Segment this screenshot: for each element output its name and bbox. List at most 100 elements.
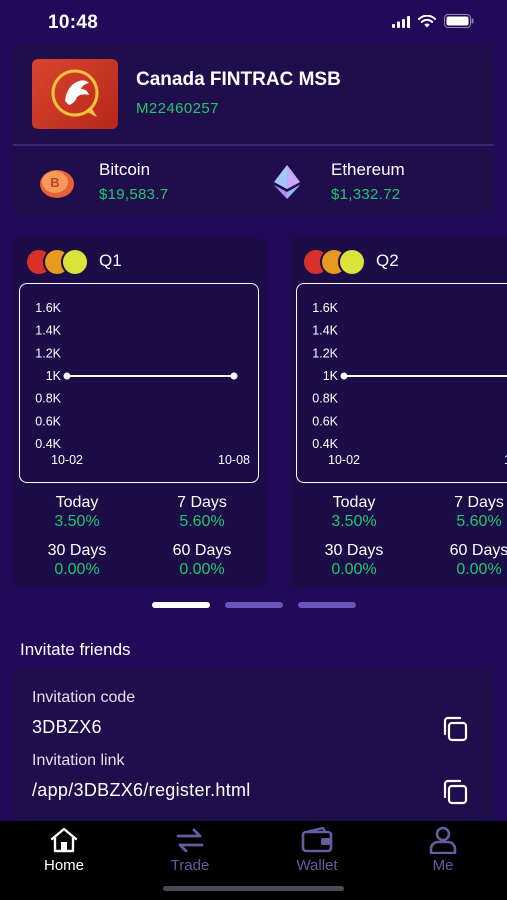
stat-value: 0.00% <box>456 561 502 578</box>
invitation-code-label: Invitation code <box>32 689 136 706</box>
exchange-badges <box>25 247 91 276</box>
y-tick-label: 0.8K <box>35 392 61 406</box>
company-name: Canada FINTRAC MSB <box>136 69 341 90</box>
chart-q2: 1.6K1.4K1.2K1K0.8K0.6K0.4K10-0210 <box>296 283 507 483</box>
y-tick-label: 0.6K <box>312 414 338 428</box>
invitation-link-value: /app/3DBZX6/register.html <box>32 780 251 800</box>
chart-svg: 1.6K1.4K1.2K1K0.8K0.6K0.4K10-0210 <box>312 301 507 467</box>
stat-label: Today <box>332 494 376 511</box>
carousel-pager <box>0 602 507 610</box>
tab-label: Wallet <box>296 857 338 874</box>
stat-value: 3.50% <box>331 513 377 530</box>
y-tick-label: 0.4K <box>312 437 338 451</box>
tab-label: Me <box>432 857 454 874</box>
wifi-icon <box>418 14 436 33</box>
exchange-badges <box>302 247 368 276</box>
ethereum-icon <box>274 165 300 204</box>
svg-text:B: B <box>50 175 59 190</box>
y-tick-label: 1K <box>46 369 62 383</box>
tab-trade[interactable]: Trade <box>140 825 240 874</box>
y-tick-label: 1.4K <box>35 324 61 338</box>
x-tick-label: 10-02 <box>328 453 360 467</box>
x-tick-label: 10-02 <box>51 453 83 467</box>
product-card-q2[interactable]: Q2 1.6K1.4K1.2K1K0.8K0.6K0.4K10-0210 Tod… <box>290 238 507 588</box>
stat-value: 0.00% <box>331 561 377 578</box>
copy-icon <box>443 716 468 742</box>
chart-q1: 1.6K 1.4K 1.2K 1K 0.8K 0.6K 0.4K 10-02 10-08 <box>19 283 259 483</box>
badge-icon <box>61 248 89 276</box>
stat-today: Today 3.50% <box>22 494 132 531</box>
company-logo <box>32 59 118 129</box>
chart-svg: 1.6K 1.4K 1.2K 1K 0.8K 0.6K 0.4K 10-02 10-08 <box>35 301 250 467</box>
coin-name: Ethereum <box>331 160 405 179</box>
y-tick-label: 1.2K <box>35 346 61 360</box>
y-tick-label: 1K <box>323 369 339 383</box>
bottom-tab-bar: Home Trade Wallet Me <box>0 821 507 900</box>
badge-icon <box>338 248 366 276</box>
tab-home[interactable]: Home <box>14 825 114 874</box>
divider <box>13 144 494 146</box>
tab-wallet[interactable]: Wallet <box>267 825 367 874</box>
card-title: Q2 <box>376 251 399 270</box>
y-tick-label: 1.6K <box>312 301 338 315</box>
product-card-q1[interactable]: Q1 1.6K 1.4K 1.2K 1K 0.8K 0.6K 0.4K 10-02 10-08 … <box>13 238 266 588</box>
tab-label: Trade <box>170 857 210 874</box>
y-tick-label: 0.8K <box>312 392 338 406</box>
stat-30-days: 30 Days 0.00% <box>22 542 132 579</box>
y-tick-label: 0.4K <box>35 437 61 451</box>
coin-bitcoin[interactable]: Bitcoin $19,583.7 <box>99 160 168 203</box>
stat-value: 5.60% <box>456 513 502 530</box>
pager-dot[interactable] <box>225 602 283 608</box>
stat-60-days: 60 Days 0.00% <box>424 542 507 579</box>
stat-60-days: 60 Days 0.00% <box>147 542 257 579</box>
wallet-icon <box>267 825 367 855</box>
coin-price: $19,583.7 <box>99 186 169 203</box>
signal-icon <box>392 15 410 33</box>
status-icons <box>392 14 474 33</box>
status-time: 10:48 <box>48 12 99 33</box>
y-tick-label: 1.4K <box>312 324 338 338</box>
stat-label: 60 Days <box>172 542 232 559</box>
y-tick-label: 1.6K <box>35 301 61 315</box>
status-bar: 10:48 <box>0 0 507 46</box>
home-icon <box>14 825 114 855</box>
stat-7-days: 7 Days 5.60% <box>147 494 257 531</box>
stat-label: 7 Days <box>177 494 227 511</box>
stat-label: 30 Days <box>324 542 384 559</box>
company-id: M22460257 <box>136 100 219 117</box>
invite-card: Invitation code 3DBZX6 Invitation link /… <box>13 669 494 829</box>
stat-value: 0.00% <box>179 561 225 578</box>
stat-value: 5.60% <box>179 513 225 530</box>
swap-arrows-icon <box>140 825 240 855</box>
stat-7-days: 7 Days 5.60% <box>424 494 507 531</box>
copy-icon <box>443 779 468 805</box>
coin-ethereum[interactable]: Ethereum $1,332.72 <box>331 160 405 203</box>
stat-value: 0.00% <box>54 561 100 578</box>
company-card: Canada FINTRAC MSB M22460257 B Bitcoin $… <box>13 45 494 217</box>
person-icon <box>393 825 493 855</box>
tab-me[interactable]: Me <box>393 825 493 874</box>
data-point <box>230 372 238 380</box>
product-carousel[interactable]: Q1 1.6K 1.4K 1.2K 1K 0.8K 0.6K 0.4K 10-02 10-08 … <box>0 238 507 590</box>
x-tick-label: 10-08 <box>218 453 250 467</box>
invite-section-title: Invitate friends <box>20 640 131 659</box>
stat-label: Today <box>55 494 99 511</box>
battery-icon <box>444 14 474 33</box>
card-title: Q1 <box>99 251 122 270</box>
copy-code-button[interactable] <box>438 712 472 746</box>
y-tick-label: 0.6K <box>35 414 61 428</box>
data-point <box>63 372 71 380</box>
pager-dot-active[interactable] <box>152 602 210 608</box>
pager-dot[interactable] <box>298 602 356 608</box>
stat-label: 60 Days <box>449 542 507 559</box>
coin-price: $1,332.72 <box>331 186 401 203</box>
tab-label: Home <box>43 857 84 874</box>
invitation-code-value: 3DBZX6 <box>32 717 102 737</box>
stat-label: 7 Days <box>454 494 504 511</box>
bitcoin-icon: B <box>38 168 76 205</box>
copy-link-button[interactable] <box>438 775 472 809</box>
data-point <box>340 372 348 380</box>
y-tick-label: 1.2K <box>312 346 338 360</box>
stat-label: 30 Days <box>47 542 107 559</box>
stat-value: 3.50% <box>54 513 100 530</box>
